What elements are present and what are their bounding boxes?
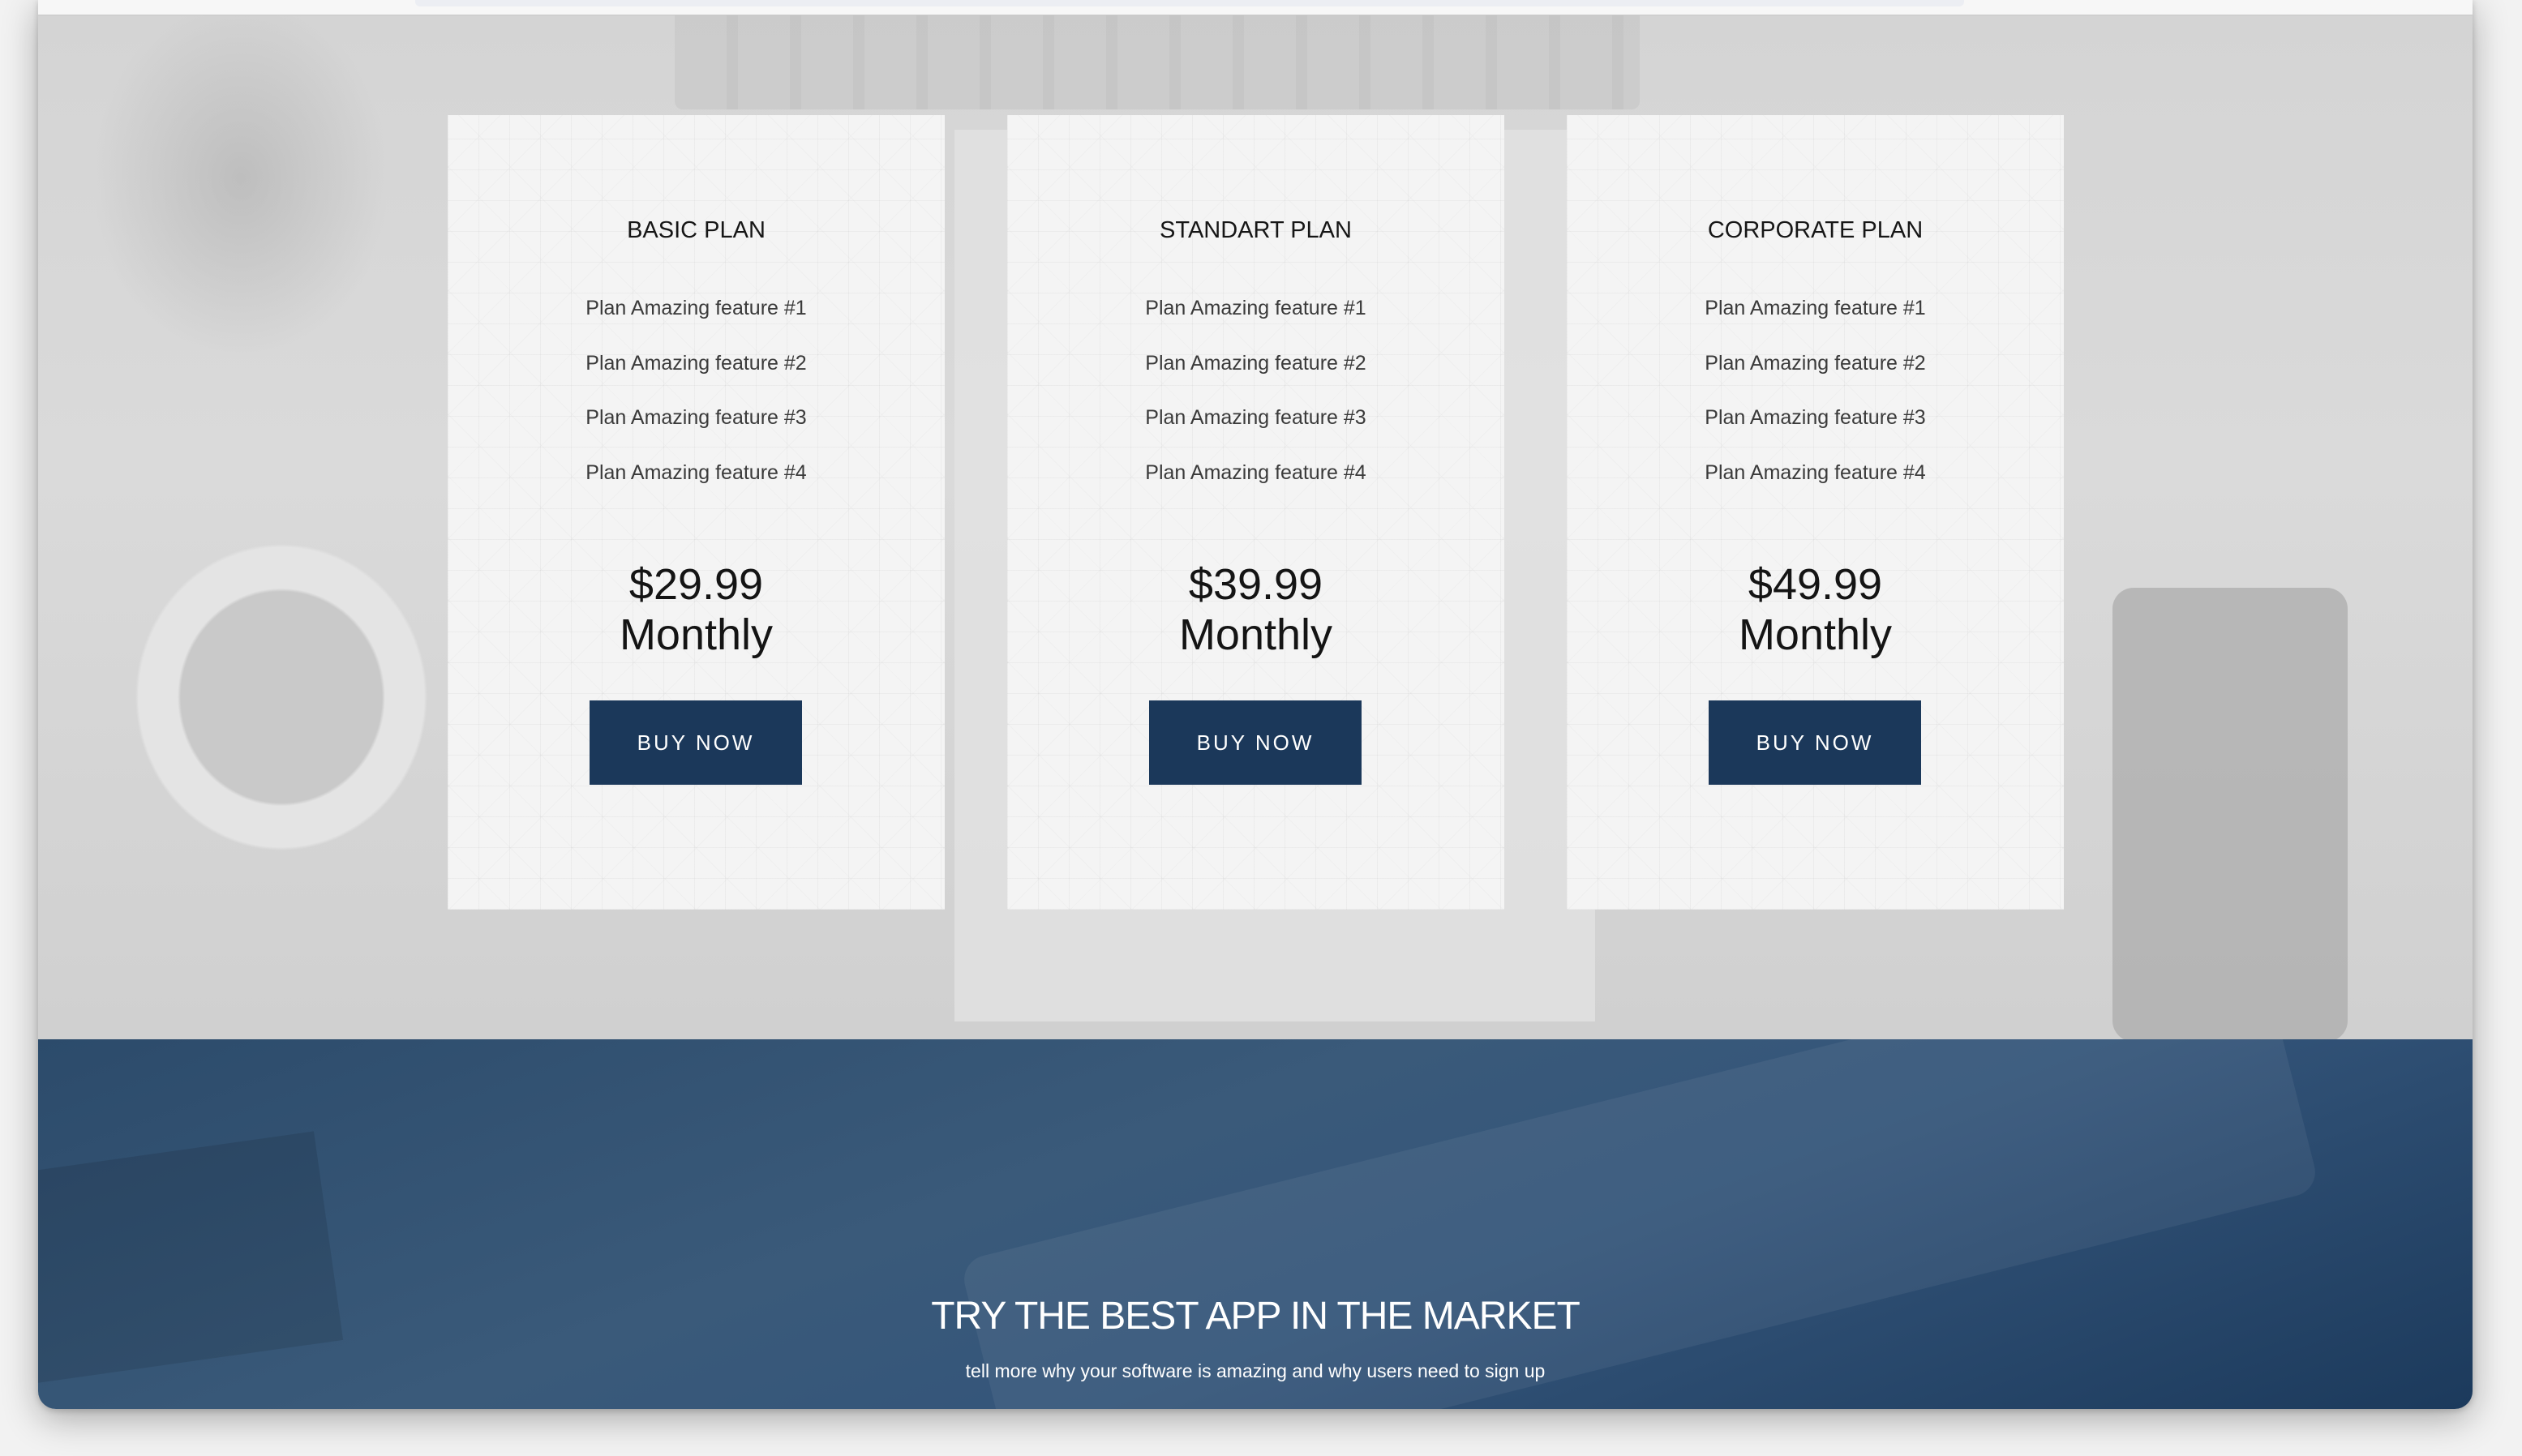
feature-item: Plan Amazing feature #1 bbox=[1705, 297, 1926, 319]
pricing-card-corporate: CORPORATE PLAN Plan Amazing feature #1 P… bbox=[1567, 115, 2064, 910]
feature-item: Plan Amazing feature #4 bbox=[1705, 460, 1926, 484]
feature-item: Plan Amazing feature #3 bbox=[1145, 406, 1366, 429]
plan-period: Monthly bbox=[1738, 610, 1893, 659]
plan-price: $39.99 bbox=[1188, 560, 1323, 609]
feature-item: Plan Amazing feature #4 bbox=[585, 460, 807, 484]
feature-item: Plan Amazing feature #1 bbox=[1145, 297, 1366, 319]
background-book-image bbox=[38, 1131, 344, 1385]
feature-item: Plan Amazing feature #4 bbox=[1145, 460, 1366, 484]
feature-list: Plan Amazing feature #1 Plan Amazing fea… bbox=[1567, 292, 2064, 511]
buy-now-button-standart[interactable]: BUY NOW bbox=[1149, 700, 1362, 785]
feature-item: Plan Amazing feature #1 bbox=[585, 297, 807, 319]
cta-title: TRY THE BEST APP IN THE MARKET bbox=[931, 1295, 1581, 1338]
pricing-section: BASIC PLAN Plan Amazing feature #1 Plan … bbox=[38, 0, 2473, 1042]
feature-item: Plan Amazing feature #3 bbox=[1705, 406, 1926, 429]
pricing-card-standart: STANDART PLAN Plan Amazing feature #1 Pl… bbox=[1007, 115, 1504, 910]
feature-list: Plan Amazing feature #1 Plan Amazing fea… bbox=[448, 292, 945, 511]
feature-item: Plan Amazing feature #2 bbox=[585, 351, 807, 375]
plan-title: CORPORATE PLAN bbox=[1707, 217, 1924, 243]
page-top-edge bbox=[38, 0, 2473, 15]
buy-now-button-corporate[interactable]: BUY NOW bbox=[1709, 700, 1921, 785]
feature-item: Plan Amazing feature #2 bbox=[1705, 351, 1926, 375]
plan-price: $49.99 bbox=[1748, 560, 1883, 609]
cta-subtitle: tell more why your software is amazing a… bbox=[965, 1360, 1546, 1381]
plan-price: $29.99 bbox=[628, 560, 764, 609]
buy-now-button-basic[interactable]: BUY NOW bbox=[590, 700, 802, 785]
header-bar-edge bbox=[415, 0, 1964, 6]
pricing-card-basic: BASIC PLAN Plan Amazing feature #1 Plan … bbox=[448, 115, 945, 910]
plan-title: STANDART PLAN bbox=[1160, 217, 1352, 243]
cta-section: TRY THE BEST APP IN THE MARKET tell more… bbox=[38, 1039, 2473, 1409]
plan-period: Monthly bbox=[1178, 610, 1333, 659]
background-keyboard-image bbox=[675, 0, 1640, 109]
background-tablet-image bbox=[959, 1039, 2321, 1409]
browser-window: BASIC PLAN Plan Amazing feature #1 Plan … bbox=[38, 0, 2473, 1409]
feature-item: Plan Amazing feature #3 bbox=[585, 406, 807, 429]
feature-list: Plan Amazing feature #1 Plan Amazing fea… bbox=[1007, 292, 1504, 511]
background-phone-image bbox=[2112, 588, 2348, 1042]
plan-title: BASIC PLAN bbox=[627, 217, 766, 243]
plan-period: Monthly bbox=[619, 610, 774, 659]
feature-item: Plan Amazing feature #2 bbox=[1145, 351, 1366, 375]
